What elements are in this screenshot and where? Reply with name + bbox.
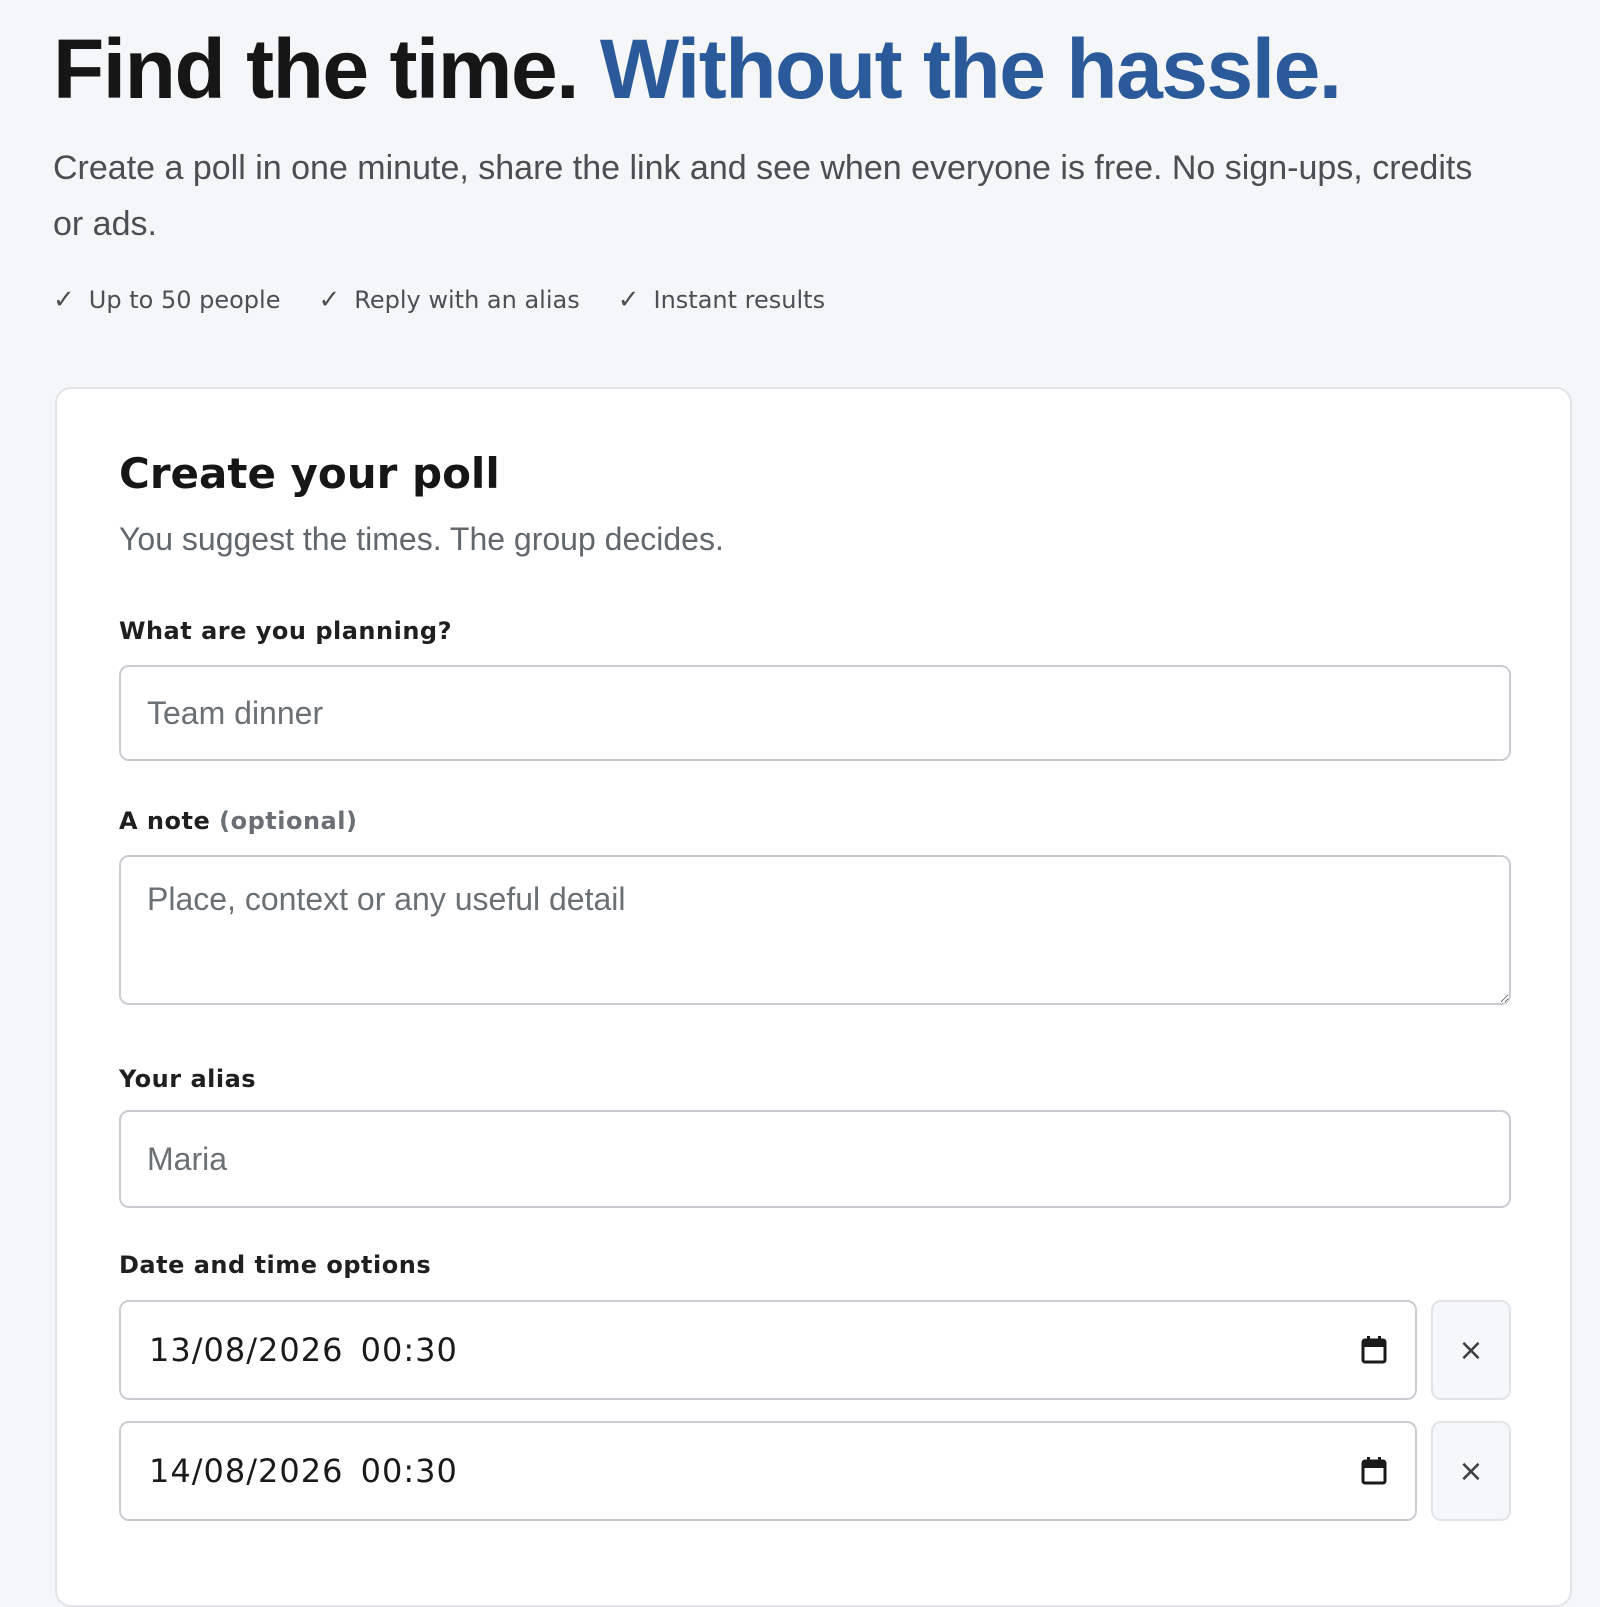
page-title: Find the time. Without the hassle. — [53, 22, 1342, 116]
date-option-row: 14/08/2026 00:30 × — [119, 1421, 1511, 1521]
feature-label: Reply with an alias — [354, 286, 580, 314]
feature-label: Instant results — [653, 286, 826, 314]
date-options-label: Date and time options — [119, 1251, 432, 1279]
form-title: Create your poll — [119, 449, 500, 498]
feature-item: ✓ Reply with an alias — [318, 285, 579, 315]
form-subtitle: You suggest the times. The group decides… — [119, 521, 724, 557]
check-icon: ✓ — [318, 285, 341, 315]
calendar-icon[interactable] — [1361, 1336, 1387, 1364]
feature-label: Up to 50 people — [88, 286, 281, 314]
feature-item: ✓ Instant results — [618, 285, 825, 315]
title-main: Find the time. — [53, 22, 580, 116]
planning-input[interactable] — [119, 665, 1511, 761]
datetime-input[interactable]: 14/08/2026 00:30 — [119, 1421, 1417, 1521]
create-poll-card: Create your poll You suggest the times. … — [55, 387, 1572, 1607]
check-icon: ✓ — [617, 285, 640, 315]
hero-subtitle: Create a poll in one minute, share the l… — [53, 149, 1473, 243]
datetime-input[interactable]: 13/08/2026 00:30 — [119, 1300, 1417, 1400]
note-label: A note (optional) — [119, 807, 357, 835]
feature-list: ✓ Up to 50 people ✓ Reply with an alias … — [53, 285, 825, 315]
check-icon: ✓ — [53, 285, 75, 315]
datetime-value: 13/08/2026 00:30 — [149, 1331, 458, 1369]
alias-label: Your alias — [119, 1065, 257, 1093]
alias-input[interactable] — [119, 1110, 1511, 1208]
note-textarea[interactable] — [119, 855, 1511, 1005]
planning-label: What are you planning? — [119, 617, 453, 645]
remove-option-button[interactable]: × — [1431, 1300, 1511, 1400]
title-accent: Without the hassle. — [599, 22, 1342, 116]
note-label-text: A note — [119, 807, 211, 835]
datetime-value: 14/08/2026 00:30 — [149, 1452, 458, 1490]
remove-option-button[interactable]: × — [1431, 1421, 1511, 1521]
optional-tag: (optional) — [219, 807, 358, 835]
calendar-icon[interactable] — [1361, 1457, 1387, 1485]
date-option-row: 13/08/2026 00:30 × — [119, 1300, 1511, 1400]
feature-item: ✓ Up to 50 people — [53, 285, 280, 315]
